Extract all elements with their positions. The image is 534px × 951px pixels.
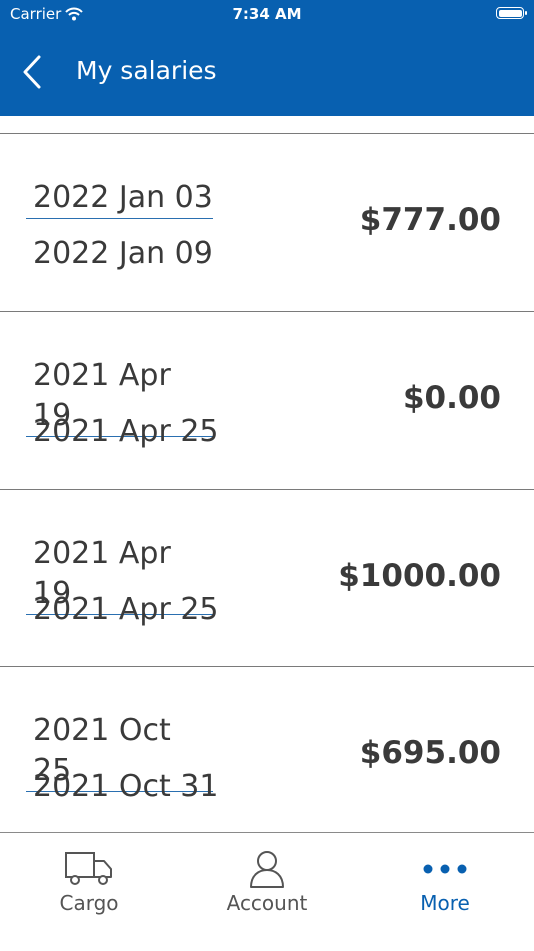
salary-row[interactable]: 2021 Apr 19 2021 Apr 25 $0.00 — [0, 311, 534, 488]
tab-label: Cargo — [59, 891, 119, 915]
page-title: My salaries — [76, 56, 217, 85]
salary-row[interactable]: 2021 Apr 19 2021 Apr 25 $1000.00 — [0, 489, 534, 666]
app-header: Carrier 7:34 AM My salaries — [0, 0, 534, 116]
person-icon — [250, 851, 284, 888]
truck-icon — [65, 852, 112, 885]
back-chevron-icon[interactable] — [20, 54, 46, 90]
tab-label: Account — [226, 891, 308, 915]
salary-amount: $0.00 — [402, 380, 501, 416]
tab-label: More — [420, 891, 470, 915]
battery-icon — [496, 7, 527, 19]
nav-bar: My salaries — [0, 46, 534, 96]
status-bar: Carrier 7:34 AM — [0, 0, 534, 30]
more-dots-icon — [423, 864, 467, 874]
tab-more[interactable]: More — [356, 833, 534, 933]
tab-account[interactable]: Account — [178, 833, 356, 933]
tab-cargo[interactable]: Cargo — [0, 833, 178, 933]
salary-amount: $777.00 — [359, 202, 501, 238]
period-end-date: 2021 Apr 25 — [33, 592, 219, 627]
period-end-date: 2021 Oct 31 — [33, 769, 219, 804]
status-time: 7:34 AM — [232, 5, 302, 23]
salary-amount: $695.00 — [359, 735, 501, 771]
salary-list[interactable]: 2022 Jan 03 2022 Jan 09 $777.00 2021 Apr… — [0, 116, 534, 832]
period-end-date: 2022 Jan 09 — [33, 236, 213, 271]
salary-row[interactable]: 2022 Jan 03 2022 Jan 09 $777.00 — [0, 133, 534, 310]
tab-bar: Cargo Account More — [0, 832, 534, 951]
period-end-date: 2021 Apr 25 — [33, 414, 219, 449]
period-start-date: 2022 Jan 03 — [26, 178, 213, 219]
salary-row[interactable]: 2021 Oct 25 2021 Oct 31 $695.00 — [0, 666, 534, 832]
salary-amount: $1000.00 — [338, 558, 501, 594]
